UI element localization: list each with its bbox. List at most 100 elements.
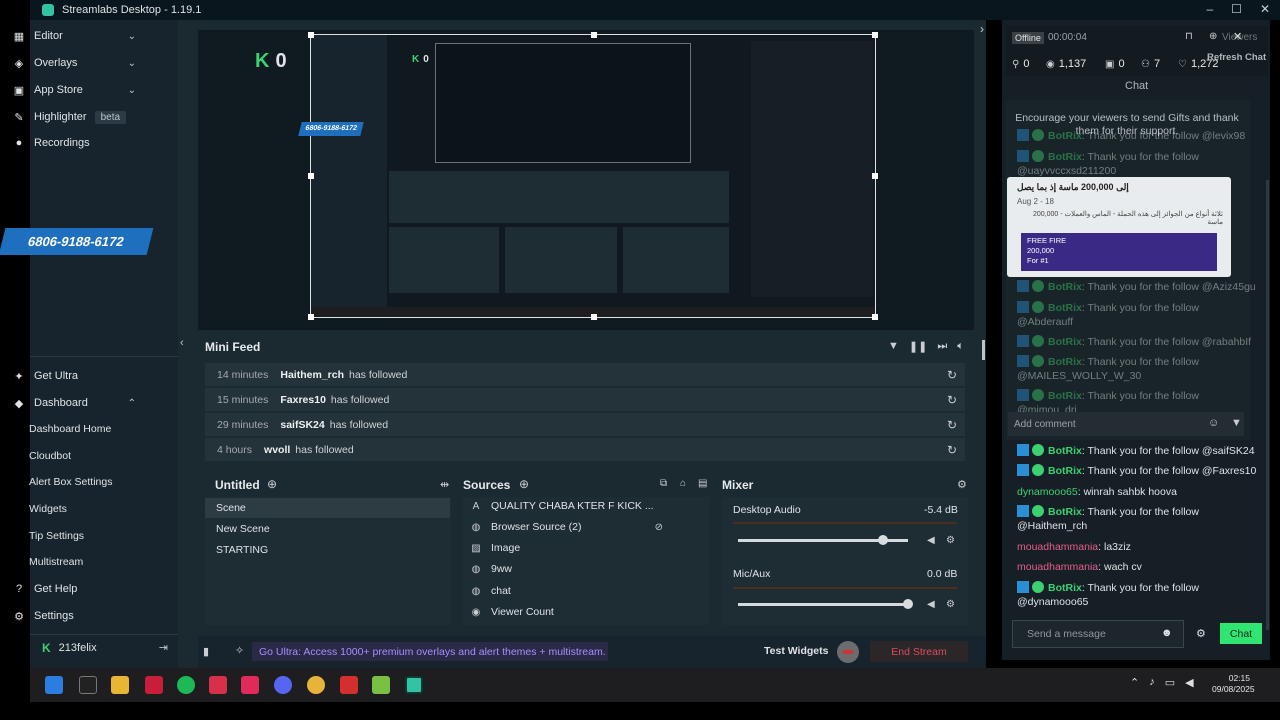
- speaker-icon[interactable]: ◀: [927, 599, 935, 610]
- resize-handle[interactable]: [872, 32, 878, 38]
- sidebar-item-app-store[interactable]: ▣ App Store ⌄: [0, 78, 148, 102]
- spotify-icon[interactable]: [177, 676, 195, 694]
- file-explorer-icon[interactable]: [111, 676, 129, 694]
- tiktok-icon[interactable]: [241, 676, 259, 694]
- preview-canvas[interactable]: [308, 32, 878, 320]
- app-green-icon[interactable]: [372, 676, 390, 694]
- user-row[interactable]: K 213felix ⇥: [30, 634, 178, 660]
- sidebar-item-settings[interactable]: ⚙ Settings: [0, 604, 148, 628]
- streamlabs-taskbar-icon[interactable]: [405, 676, 423, 694]
- volume-icon[interactable]: 🔈︎: [957, 340, 964, 353]
- emoji-icon[interactable]: ☺: [1208, 417, 1219, 429]
- sidebar-item-get-ultra[interactable]: ✦ Get Ultra: [0, 364, 148, 388]
- scene-item[interactable]: STARTING: [205, 540, 450, 560]
- dashboard-sub-tip-settings[interactable]: Tip Settings: [29, 526, 147, 546]
- repeat-alert-icon[interactable]: ↻: [947, 368, 957, 382]
- gift-campaign-card[interactable]: إلى 200,000 ماسة إذ بما يصل Aug 2 - 18 ث…: [1007, 177, 1231, 277]
- mixer-gear-icon[interactable]: ⚙: [957, 478, 967, 491]
- stats-icon[interactable]: ▮: [203, 645, 209, 658]
- tray-chevron-icon[interactable]: ⌃: [1130, 676, 1139, 689]
- mic-icon[interactable]: ♪: [1149, 676, 1155, 689]
- repeat-alert-icon[interactable]: ↻: [947, 418, 957, 432]
- kick-app-icon[interactable]: [145, 676, 163, 694]
- chevron-left-icon[interactable]: ‹: [180, 337, 184, 349]
- skip-icon[interactable]: ⏭: [937, 340, 947, 353]
- repeat-alert-icon[interactable]: ↻: [947, 443, 957, 457]
- volume-slider-knob[interactable]: [903, 599, 913, 609]
- send-icon[interactable]: ▼: [1231, 417, 1242, 429]
- pause-icon[interactable]: ❚❚: [909, 340, 927, 353]
- dashboard-sub-cloudbot[interactable]: Cloudbot: [29, 446, 147, 466]
- resize-handle[interactable]: [308, 32, 314, 38]
- source-item[interactable]: ◍ 9ww: [463, 559, 703, 579]
- chrome-icon[interactable]: [307, 676, 325, 694]
- resize-handle[interactable]: [591, 32, 597, 38]
- scene-item[interactable]: New Scene: [205, 519, 450, 539]
- source-item[interactable]: A QUALITY CHABA KTER F KICK ...: [463, 496, 703, 516]
- source-item[interactable]: ◉ Viewer Count: [463, 602, 703, 622]
- volume-slider-knob[interactable]: [877, 535, 888, 545]
- repeat-alert-icon[interactable]: ↻: [947, 393, 957, 407]
- chevron-right-icon[interactable]: ›: [980, 22, 984, 36]
- chat-settings-gear-icon[interactable]: ⚙: [1196, 627, 1206, 640]
- eye-slash-icon[interactable]: ⊘: [655, 522, 663, 533]
- sidebar-item-highlighter[interactable]: ✎ Highlighter beta: [0, 105, 148, 129]
- chat-scrollbar[interactable]: [1266, 180, 1269, 630]
- resize-handle[interactable]: [591, 314, 597, 320]
- resize-handle[interactable]: [872, 173, 878, 179]
- chat-send-button[interactable]: Chat: [1220, 623, 1262, 644]
- sidebar-item-overlays[interactable]: ◈ Overlays ⌄: [0, 51, 148, 75]
- channel-gear-icon[interactable]: ⚙: [946, 535, 955, 546]
- source-settings-icon[interactable]: ▤: [698, 478, 707, 489]
- scenes-title[interactable]: Untitled: [215, 478, 260, 492]
- add-source-icon[interactable]: ⊕: [519, 477, 529, 491]
- scene-item[interactable]: Scene: [205, 498, 450, 518]
- speaker-icon[interactable]: ◀: [927, 535, 935, 546]
- sidebar-item-get-help[interactable]: ? Get Help: [0, 577, 148, 601]
- dashboard-sub-home[interactable]: Dashboard Home: [29, 419, 147, 439]
- users-icon: ⚇: [1141, 58, 1150, 70]
- source-item[interactable]: ◍ Browser Source (2) ⊘: [463, 517, 703, 537]
- test-widgets-label[interactable]: Test Widgets: [764, 645, 828, 657]
- channel-gear-icon[interactable]: ⚙: [946, 599, 955, 610]
- ultra-banner[interactable]: Go Ultra: Access 1000+ premium overlays …: [252, 642, 608, 661]
- sidebar-item-dashboard[interactable]: ◆ Dashboard ⌃: [0, 391, 148, 415]
- close-chat-icon[interactable]: ✕: [1233, 30, 1242, 43]
- filter-icon[interactable]: ▼: [888, 340, 899, 353]
- epic-games-icon[interactable]: [79, 676, 97, 694]
- source-item[interactable]: ▨ Image: [463, 538, 703, 558]
- emoji-icon[interactable]: ☻: [1161, 627, 1173, 639]
- logout-icon[interactable]: ⇥: [159, 641, 168, 654]
- app-red2-icon[interactable]: [340, 676, 358, 694]
- dashboard-sub-alert-box[interactable]: Alert Box Settings: [29, 472, 147, 492]
- windows-start-icon[interactable]: [45, 676, 63, 694]
- maximize-icon[interactable]: ☐: [1231, 2, 1242, 16]
- chat-tab[interactable]: Chat: [1125, 80, 1148, 92]
- feed-scrollbar[interactable]: [982, 340, 985, 360]
- discord-icon[interactable]: [274, 676, 292, 694]
- popout-icon[interactable]: ⊕: [1209, 31, 1217, 42]
- source-folder-icon[interactable]: ⌂: [680, 478, 686, 489]
- resize-handle[interactable]: [308, 173, 314, 179]
- sidebar-item-editor[interactable]: ▦ Editor ⌄: [0, 24, 148, 48]
- network-icon[interactable]: ▭: [1165, 676, 1175, 689]
- close-icon[interactable]: ✕: [1260, 2, 1270, 16]
- lock-icon[interactable]: ⊓: [1185, 31, 1193, 42]
- minimize-icon[interactable]: –: [1206, 2, 1213, 16]
- dashboard-sub-multistream[interactable]: Multistream: [29, 552, 147, 572]
- dashboard-sub-widgets[interactable]: Widgets: [29, 499, 147, 519]
- app-red-icon[interactable]: [209, 676, 227, 694]
- end-stream-button[interactable]: End Stream: [870, 641, 968, 662]
- volume-slider[interactable]: [738, 603, 908, 606]
- sidebar-item-recordings[interactable]: ● Recordings: [0, 131, 148, 155]
- transition-icon[interactable]: ⇹: [440, 478, 449, 491]
- heart-icon: ♡: [1178, 58, 1187, 70]
- volume-icon[interactable]: ◀: [1185, 676, 1193, 689]
- source-group-icon[interactable]: ⧉: [660, 478, 667, 489]
- add-scene-icon[interactable]: ⊕: [267, 477, 277, 491]
- resize-handle[interactable]: [872, 314, 878, 320]
- send-message-input[interactable]: Send a message: [1012, 620, 1184, 648]
- source-item[interactable]: ◍ chat: [463, 581, 703, 601]
- test-widgets-toggle[interactable]: [837, 641, 859, 663]
- resize-handle[interactable]: [308, 314, 314, 320]
